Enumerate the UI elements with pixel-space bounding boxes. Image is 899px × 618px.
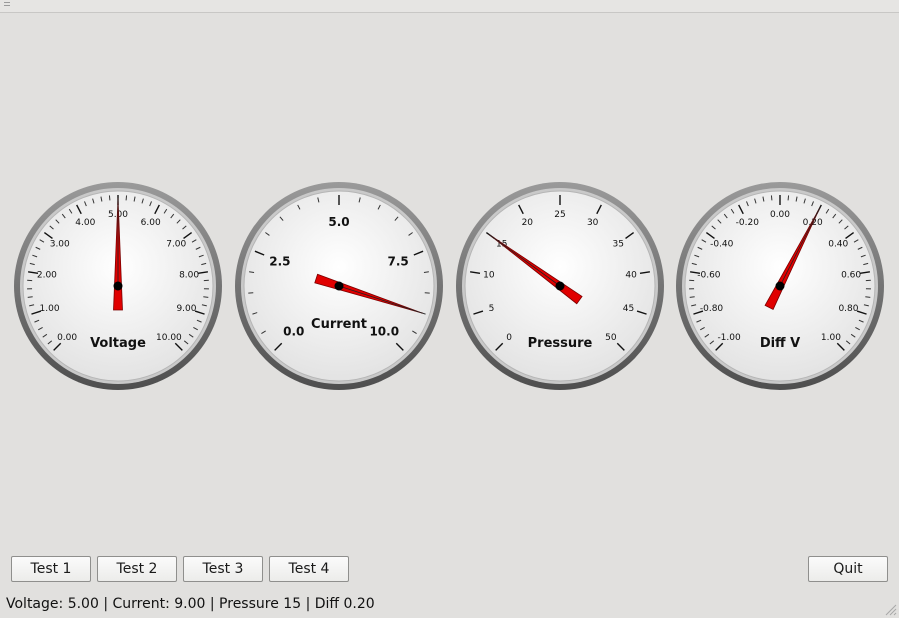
gauge-scale-label: 25 [554,210,565,220]
status-diff-label: Diff [314,596,340,612]
gauge-scale-label: 0 [506,333,512,343]
gauge-scale-label: 0.0 [283,324,304,338]
status-pressure-label: Pressure [219,596,279,612]
needle-hub [555,281,565,291]
gauge-scale-label: 20 [522,218,534,228]
needle-hub [775,281,785,291]
minor-tick [203,296,209,298]
gauge-scale-label: 0.00 [57,333,77,343]
gauge-scale-label: 0.80 [838,304,858,314]
gauge-scale-label: 40 [625,271,637,281]
gauge-scale-label: 10.00 [156,333,182,343]
gauge-scale-label: 10 [483,271,495,281]
status-current-value: 9.00 [174,596,206,612]
gauge-scale-label: 2.00 [37,271,57,281]
gauge-scale-label: 3.00 [50,240,70,250]
gauge-scale-label: 50 [605,333,617,343]
needle-hub [113,281,123,291]
status-diff-value: 0.20 [343,596,375,612]
minor-tick [27,296,33,298]
window-top-bar [0,0,899,13]
gauge-scale-label: 35 [613,240,624,250]
test-4-button[interactable]: Test 4 [269,556,349,582]
status-current-label: Current: [112,596,170,612]
gauge-scale-label: 0.40 [828,240,848,250]
gauge-scale-label: 10.0 [369,324,399,338]
gauge-scale-label: 0.60 [841,271,861,281]
resize-grip-icon[interactable] [883,602,897,616]
status-separator: | [209,596,215,612]
gauge-scale-label: -0.40 [710,240,734,250]
gauge-scale-label: 1.00 [821,333,841,343]
needle-hub [334,281,344,291]
status-voltage-label: Voltage: [6,596,64,612]
gauge-scale-label: 7.5 [387,255,408,269]
gauge-scale-label: 9.00 [176,304,196,314]
test-3-button[interactable]: Test 3 [183,556,263,582]
voltage-gauge: 0.001.002.003.004.005.006.007.008.009.00… [12,180,224,392]
diff-v-gauge: -1.00-0.80-0.60-0.40-0.200.000.200.400.6… [674,180,886,392]
minor-tick [689,296,695,298]
gauge-scale-label: 30 [587,218,599,228]
grip-icon [4,2,10,6]
status-separator: | [305,596,311,612]
gauge-title: Voltage [90,336,146,351]
gauge-scale-label: 6.00 [141,218,161,228]
current-gauge: 0.0 2.5 5.0 7.5 10.0 Current [233,180,445,392]
pressure-gauge: 05101520253035404550Pressure [454,180,666,392]
gauge-scale-label: 5 [489,304,495,314]
status-separator: | [103,596,109,612]
gauge-scale-label: 8.00 [179,271,199,281]
status-pressure-value: 15 [283,596,302,612]
gauge-scale-label: 4.00 [75,218,95,228]
gauge-scale-label: -0.20 [736,218,760,228]
quit-button[interactable]: Quit [808,556,888,582]
gauge-title: Pressure [528,336,593,351]
gauge-scale-label: 1.00 [40,304,60,314]
gauge-scale-label: -0.80 [700,304,724,314]
gauge-scale-label: 2.5 [269,255,290,269]
minor-tick [865,296,871,298]
gauge-title: Current [311,317,367,332]
gauge-scale-label: -1.00 [717,333,741,343]
gauge-scale-label: 7.00 [166,240,186,250]
gauge-scale-label: 0.00 [770,210,790,220]
gauge-scale-label: 5.0 [328,215,349,229]
gauge-scale-label: -0.60 [697,271,721,281]
status-voltage-value: 5.00 [67,596,99,612]
test-1-button[interactable]: Test 1 [11,556,91,582]
status-bar: Voltage: 5.00 | Current: 9.00 | Pressure… [6,596,375,612]
gauge-title: Diff V [760,336,800,351]
test-2-button[interactable]: Test 2 [97,556,177,582]
gauge-scale-label: 45 [623,304,634,314]
